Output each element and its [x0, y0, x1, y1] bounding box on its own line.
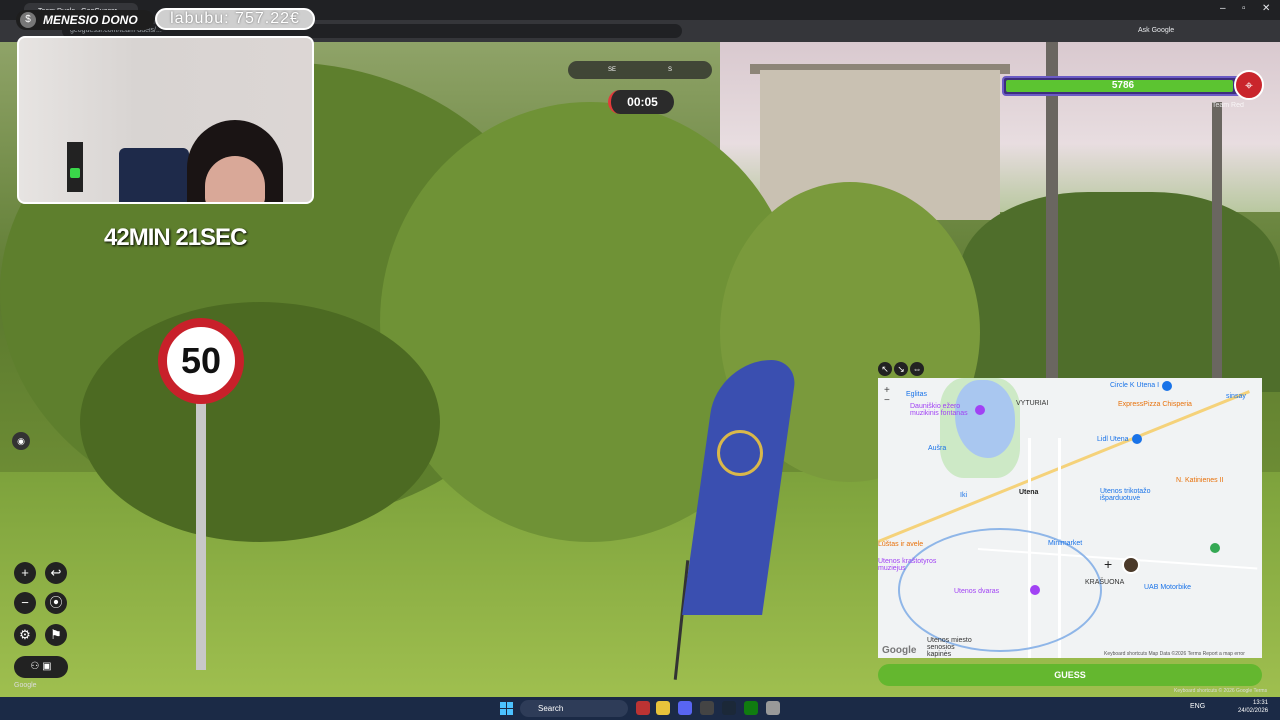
compass-s: S — [668, 67, 673, 73]
lamp — [67, 142, 83, 192]
map-poi-icon[interactable] — [975, 405, 985, 415]
map-poi-icon[interactable] — [1132, 434, 1142, 444]
team-label: Team Red — [1212, 102, 1244, 109]
map-label: Minimarket — [1048, 540, 1083, 547]
sign-post — [196, 400, 206, 670]
team-health-value: 5786 — [1111, 80, 1135, 91]
compass: SE S — [568, 61, 712, 79]
map-label: sinsay — [1226, 393, 1246, 400]
steam-icon[interactable] — [722, 701, 736, 715]
donation-amount: labubu: 757.22€ — [155, 8, 315, 30]
app-icon[interactable] — [636, 701, 650, 715]
chair — [119, 148, 189, 202]
zoom-out-button[interactable]: − — [14, 592, 36, 614]
dollar-icon: $ — [20, 12, 36, 28]
taskbar-search[interactable]: Search — [520, 700, 628, 717]
google-watermark: Google — [14, 682, 37, 689]
map-label: Utenos miesto senosios kapinės — [927, 637, 972, 658]
map-label: Eglitas — [906, 391, 928, 398]
app-icon[interactable] — [766, 701, 780, 715]
flag-icon[interactable]: ⚑ — [45, 624, 67, 646]
maximize-icon[interactable]: ▫ — [1242, 3, 1246, 14]
map-label: Circle K Utena I — [1110, 382, 1160, 389]
map-label: Iki — [960, 492, 967, 499]
keyboard-shortcuts: Keyboard shortcuts © 2026 Google Terms — [1174, 688, 1268, 694]
map-zoom-control[interactable]: + − — [884, 386, 890, 406]
map-poi-icon[interactable] — [1030, 585, 1040, 595]
map-size-tools: ↖ ↘ ⇔ — [878, 362, 926, 378]
map-shrink-icon[interactable]: ↘ — [894, 362, 908, 376]
language-indicator[interactable]: ENG — [1190, 703, 1205, 710]
utility-pole — [1212, 102, 1222, 402]
lamp-light — [70, 168, 80, 178]
windows-start-icon[interactable] — [500, 702, 513, 715]
map-pin-icon[interactable]: ⇔ — [910, 362, 924, 376]
treeline — [960, 192, 1280, 392]
undo-move-icon[interactable]: ↩ — [45, 562, 67, 584]
discord-icon[interactable] — [678, 701, 692, 715]
app-icon[interactable] — [700, 701, 714, 715]
chrome-icon[interactable] — [656, 701, 670, 715]
map-poi-icon[interactable] — [1210, 543, 1220, 553]
map-label: UAB Motorbike — [1144, 584, 1192, 591]
horseshoe-logo — [717, 430, 763, 476]
map-label: Lūštas ir avele — [878, 541, 924, 548]
map-label: Dauniškio ežero muzikinis fontanas — [910, 403, 968, 417]
clock-date: 24/02/2026 — [1238, 708, 1269, 714]
map-footer: Keyboard shortcuts Map Data ©2026 Terms … — [1104, 651, 1245, 657]
webcam-overlay — [17, 36, 314, 204]
system-clock[interactable]: 13:31 24/02/2026 — [1238, 699, 1268, 715]
compass-se: SE — [608, 67, 617, 73]
zoom-in-button[interactable]: + — [14, 562, 36, 584]
donor-name: MENESIO DONO — [16, 10, 154, 30]
clock-time: 13:31 — [1253, 700, 1269, 706]
ask-google-button[interactable]: Ask Google — [1138, 24, 1174, 38]
return-to-start-icon[interactable]: ⦿ — [45, 592, 67, 614]
map-label: Utena — [1019, 489, 1039, 496]
crosshair-cursor-icon: + — [1104, 556, 1113, 572]
team-health-bar: 5786 — [1002, 76, 1244, 96]
map-expand-icon[interactable]: ↖ — [878, 362, 892, 376]
map-poi-icon[interactable] — [1162, 381, 1172, 391]
speed-limit-sign: 50 — [158, 318, 244, 404]
google-map-logo: Google — [882, 645, 917, 656]
map-label: Aušra — [928, 445, 947, 452]
map-label: Utenos trikotažo išparduotuvė — [1100, 488, 1151, 502]
guess-button[interactable]: GUESS — [878, 664, 1262, 686]
location-pin-icon: ⌖ — [1234, 70, 1264, 100]
stream-elapsed-timer: 42MIN 21SEC — [104, 224, 247, 251]
guess-map[interactable] — [878, 378, 1262, 658]
close-icon[interactable]: ✕ — [1262, 3, 1270, 14]
map-label: KRAŠUONA — [1085, 579, 1125, 586]
map-label: N. Katinienes II — [1176, 477, 1224, 484]
map-label: Utenos dvaras — [954, 588, 1000, 595]
tree — [80, 302, 440, 542]
camera-icon[interactable]: ◉ — [12, 432, 30, 450]
map-label: Utenos kraštotyros muziejus — [878, 558, 937, 572]
minimize-icon[interactable]: – — [1220, 3, 1226, 14]
team-chat-toggle[interactable]: ⚇ ▣ — [14, 656, 68, 678]
map-label: Lidl Utena — [1097, 436, 1129, 443]
round-timer: 00:05 — [608, 90, 674, 114]
guess-marker[interactable] — [1122, 556, 1140, 574]
xbox-icon[interactable] — [744, 701, 758, 715]
settings-gear-icon[interactable]: ⚙ — [14, 624, 36, 646]
map-label: VYTURIAI — [1016, 400, 1049, 407]
map-label: ExpressPizza Chisperia — [1118, 401, 1192, 408]
